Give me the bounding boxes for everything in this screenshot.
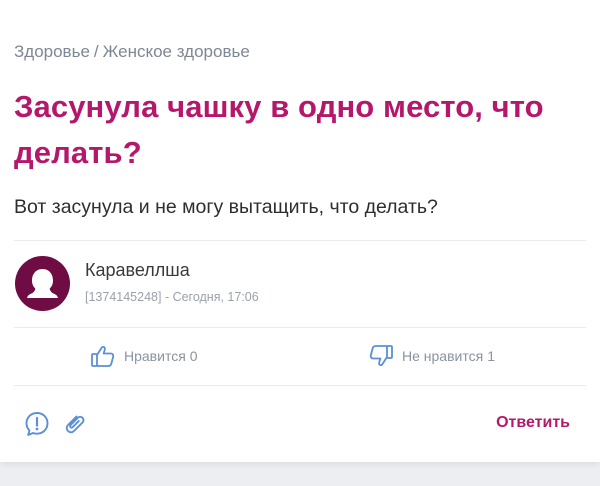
breadcrumb: Здоровье / Женское здоровье [14,42,250,62]
breadcrumb-subcategory-link[interactable]: Женское здоровье [103,42,250,61]
breadcrumb-category-link[interactable]: Здоровье [14,42,90,61]
divider [14,385,586,386]
question-body: Вот засунула и не могу вытащить, что дел… [14,196,438,218]
reply-button[interactable]: Ответить [496,414,570,432]
like-label: Нравится [124,348,186,364]
author-name[interactable]: Каравеллша [85,260,190,281]
dislike-label: Не нравится [402,348,484,364]
breadcrumb-separator: / [93,42,99,61]
divider [14,240,586,241]
avatar-person-icon [27,269,58,298]
dislike-button[interactable]: Не нравится 1 [368,343,495,369]
thumbs-down-icon [369,345,393,367]
question-card: Здоровье / Женское здоровье Засунула чашку… [0,0,600,462]
question-title: Засунула чашку в одно место, что делать? [14,89,544,170]
link-button[interactable] [60,410,88,438]
like-count: 0 [189,348,198,364]
author-meta: [1374145248] - Сегодня, 17:06 [85,290,259,304]
thumbs-up-icon [91,345,115,367]
report-exclamation-icon [25,412,49,436]
link-paperclip-icon [65,415,85,434]
avatar[interactable] [15,256,70,311]
divider [14,327,586,328]
like-button[interactable]: Нравится 0 [90,343,198,369]
report-button[interactable] [23,410,51,438]
dislike-count: 1 [487,348,495,364]
